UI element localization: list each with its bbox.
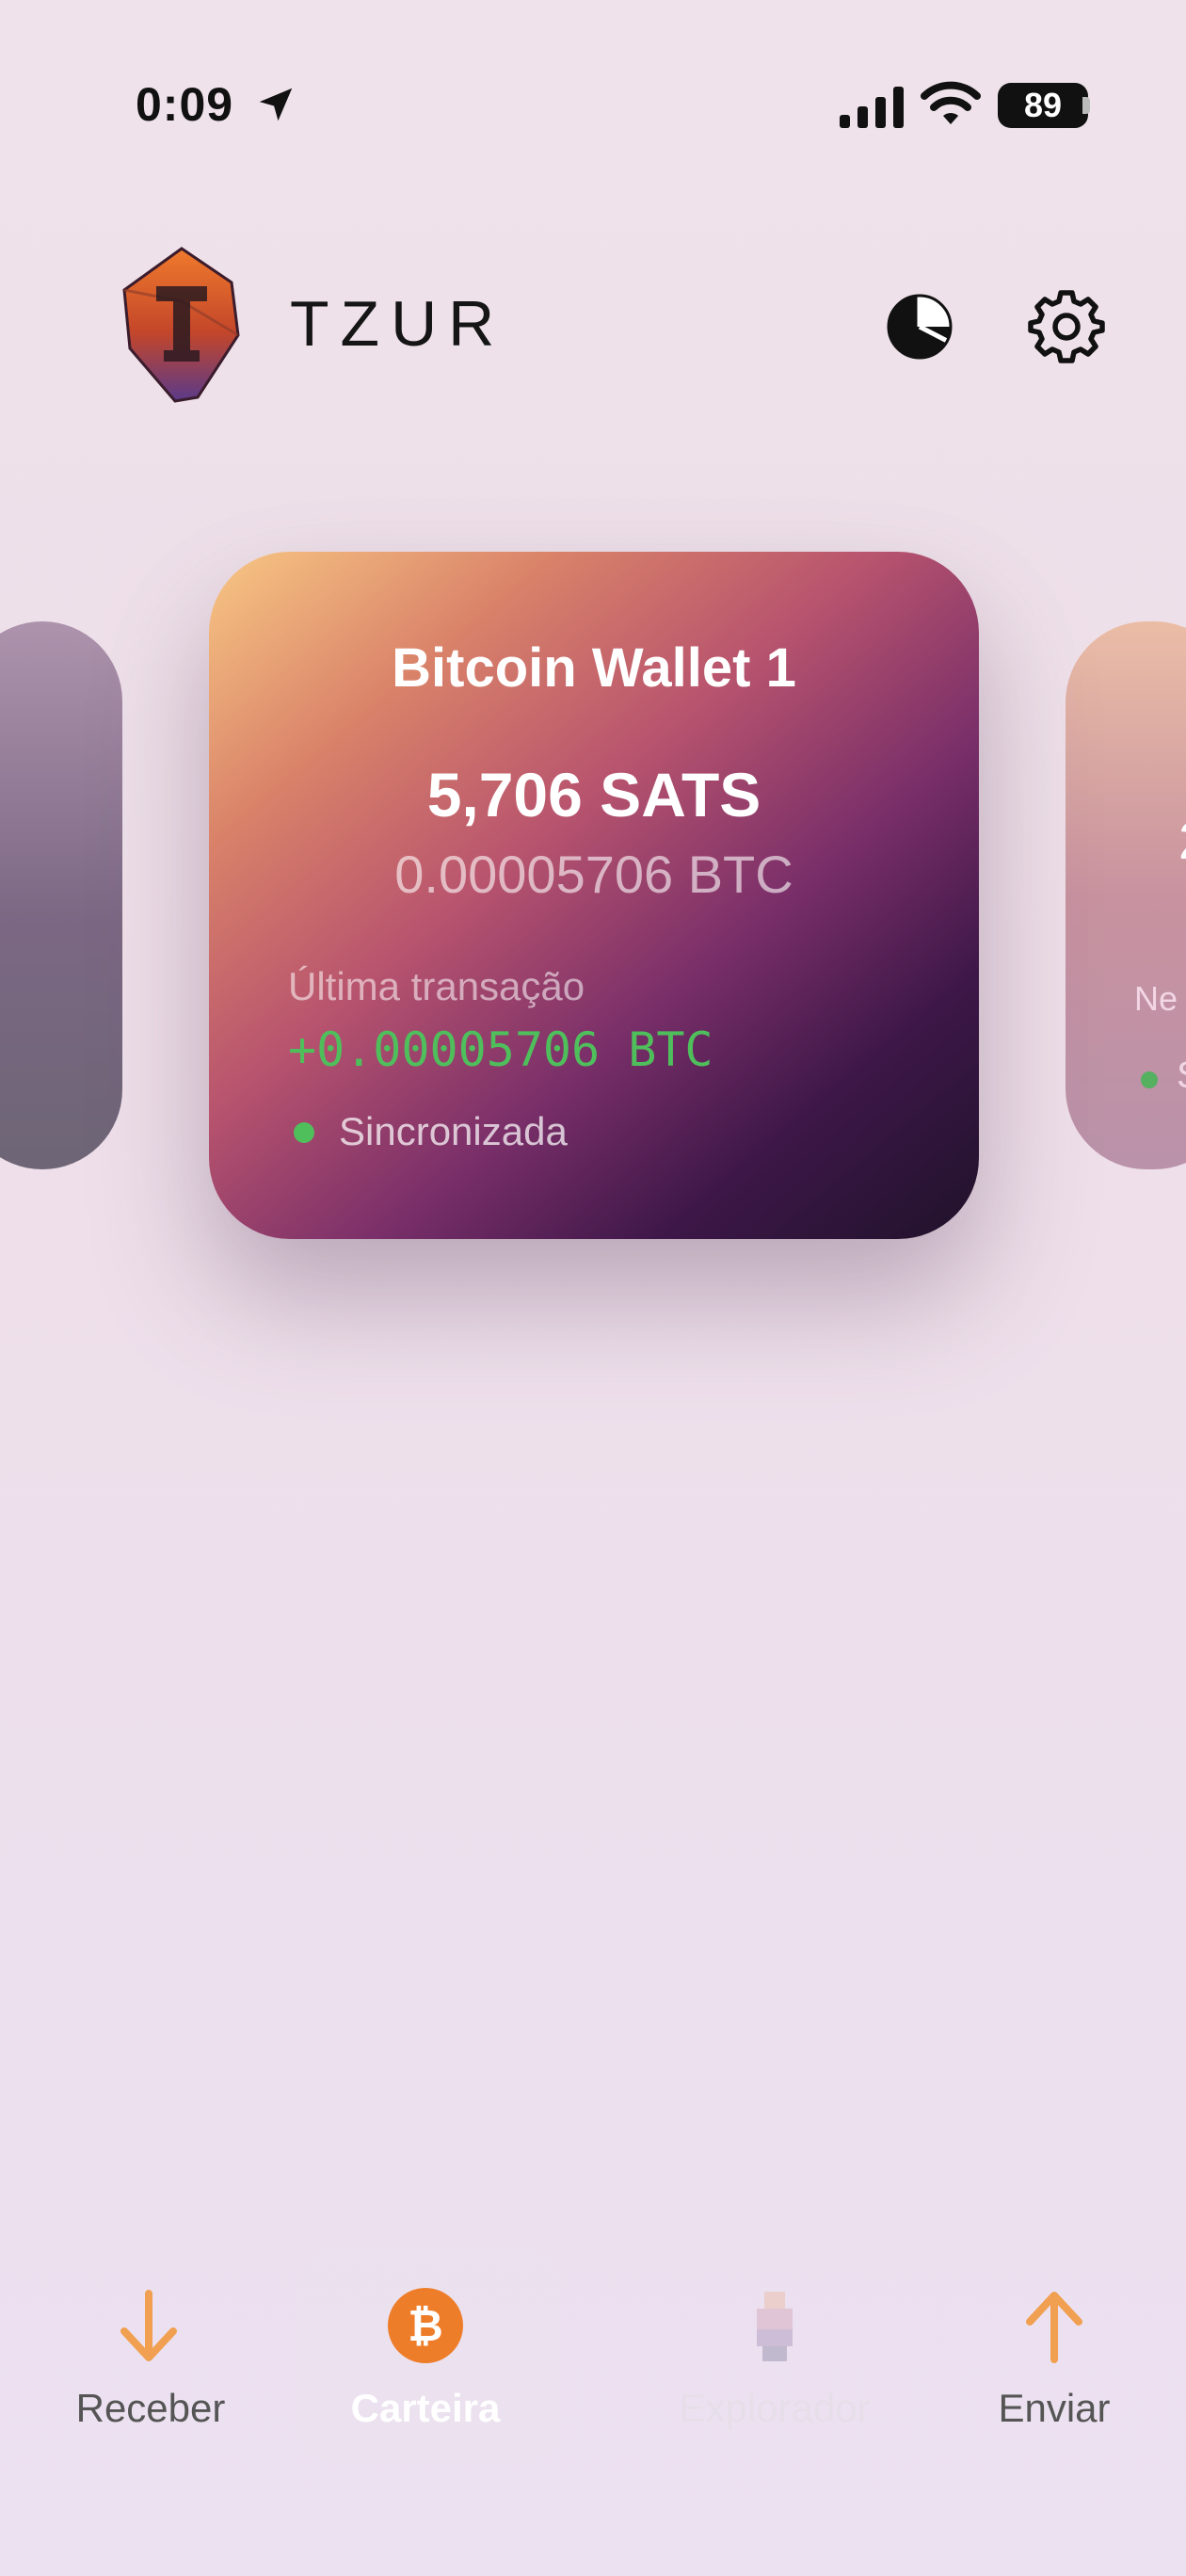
battery-icon: 89 (998, 83, 1088, 128)
next-card-balance-fragment: 2 (1178, 810, 1186, 871)
explorer-block-icon[interactable] (749, 2288, 800, 2365)
wallet-balance-btc: 0.00005706 BTC (394, 845, 793, 904)
nav-receive-label[interactable]: Receber (38, 2386, 264, 2431)
sync-status-dot (294, 1122, 314, 1143)
cellular-signal-icon (840, 87, 904, 128)
nav-explorer-label[interactable]: Explorador (659, 2386, 890, 2431)
last-transaction-value: +0.00005706 BTC (288, 1022, 713, 1077)
pie-chart-icon[interactable] (885, 292, 954, 362)
wallet-card[interactable]: Bitcoin Wallet 1 5,706 SATS 0.00005706 B… (209, 552, 979, 1239)
settings-gear-icon[interactable] (1028, 287, 1105, 364)
last-transaction-label: Última transação (288, 964, 585, 1008)
arrow-up-icon[interactable] (1022, 2288, 1086, 2365)
wallet-card-next[interactable] (1066, 621, 1186, 1169)
sync-status-label: Sincronizada (339, 1109, 568, 1153)
tzur-logo-icon (122, 247, 240, 403)
battery-level: 89 (1023, 86, 1063, 124)
next-card-label-fragment: Ne (1134, 979, 1178, 1018)
location-arrow-icon (259, 88, 293, 121)
next-card-sync-dot (1141, 1071, 1158, 1088)
svg-text:₿: ₿ (408, 2301, 443, 2350)
wallet-balance-sats: 5,706 SATS (426, 760, 761, 829)
nav-send-label[interactable]: Enviar (941, 2386, 1167, 2431)
app-title: TZUR (290, 288, 506, 360)
wifi-icon (921, 81, 981, 124)
status-time: 0:09 (136, 78, 234, 131)
next-card-status-fragment: S (1177, 1055, 1186, 1097)
wallet-card-previous[interactable] (0, 621, 122, 1169)
battery-cap (1082, 97, 1090, 114)
arrow-down-icon[interactable] (117, 2288, 181, 2365)
wallet-name: Bitcoin Wallet 1 (392, 637, 796, 699)
bitcoin-icon[interactable]: ₿ (386, 2286, 465, 2365)
nav-wallet-label[interactable]: Carteira (313, 2386, 538, 2431)
